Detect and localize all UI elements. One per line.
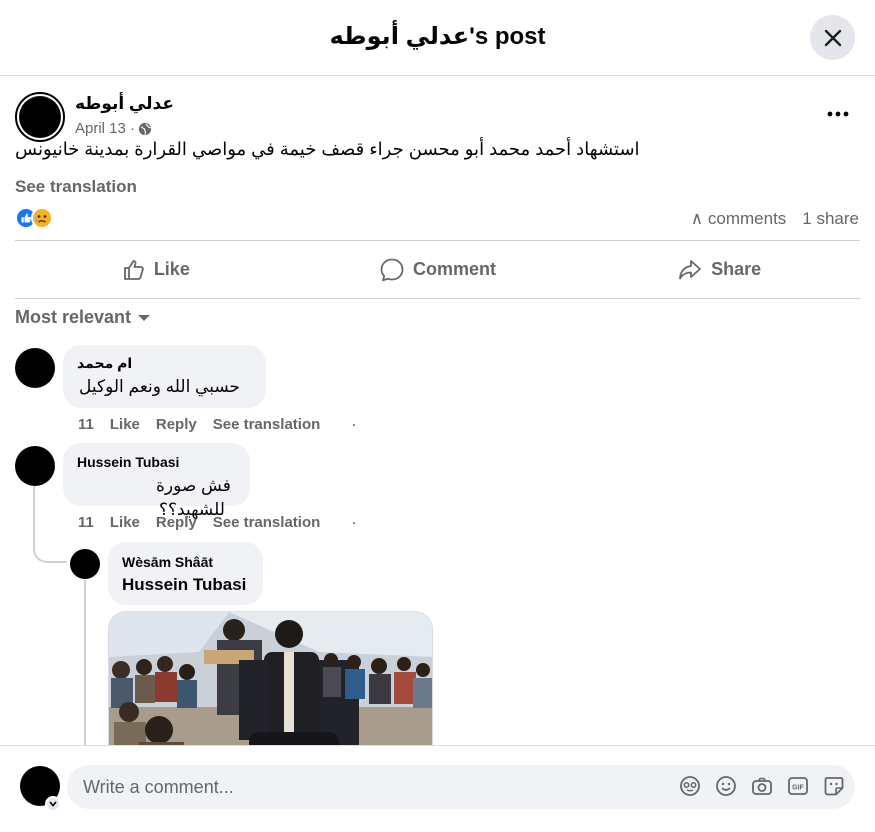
post-options-button[interactable]	[820, 102, 856, 126]
caret-down-icon	[138, 314, 151, 321]
comment-like-button[interactable]: Like	[110, 416, 140, 433]
reply-mention[interactable]: Hussein Tubasi	[122, 575, 246, 595]
shares-count[interactable]: 1 share	[802, 209, 859, 229]
separator-dot: ·	[352, 516, 357, 530]
commenter-avatar[interactable]	[15, 348, 55, 388]
comment-bubble: ام محمد حسبي الله ونعم الوكيل	[63, 345, 266, 408]
post-action-bar: Like Comment Share	[15, 240, 860, 299]
comment-reply-button[interactable]: Reply	[156, 416, 197, 433]
comment-time[interactable]: 11	[78, 514, 94, 531]
see-translation-link[interactable]: See translation	[15, 177, 137, 197]
comment-see-translation[interactable]: See translation	[213, 416, 321, 433]
post-scroll-area[interactable]: عدلي أبوطه April 13 · استشهاد أحمد محمد …	[0, 77, 875, 745]
comment-see-translation[interactable]: See translation	[213, 514, 321, 531]
close-icon	[824, 29, 841, 46]
emoji-icon[interactable]	[715, 775, 737, 797]
comment-button[interactable]: Comment	[297, 241, 579, 298]
post-meta: April 13 ·	[75, 120, 152, 137]
like-icon	[123, 259, 144, 280]
post-date[interactable]: April 13 ·	[75, 120, 135, 137]
avatar-sticker-icon[interactable]	[679, 775, 701, 797]
reply-bubble: Wèsām Shâāt Hussein Tubasi	[108, 542, 263, 605]
comment-text: حسبي الله ونعم الوكيل	[79, 377, 241, 396]
comment-icon	[380, 258, 404, 281]
reply-avatar[interactable]	[70, 549, 100, 579]
share-button[interactable]: Share	[578, 241, 860, 298]
sad-reaction-icon	[31, 207, 53, 229]
separator-dot: ·	[352, 418, 357, 432]
comment-sort-dropdown[interactable]: Most relevant	[15, 307, 151, 328]
comment-like-button[interactable]: Like	[110, 514, 140, 531]
commenter-avatar[interactable]	[15, 446, 55, 486]
reaction-summary[interactable]	[15, 207, 53, 229]
chevron-down-icon[interactable]	[45, 796, 61, 812]
more-options-icon	[827, 111, 849, 117]
photo-image	[109, 612, 432, 745]
svg-text:GIF: GIF	[792, 785, 804, 792]
like-label: Like	[153, 259, 190, 279]
comment-time[interactable]: 11	[78, 416, 94, 433]
comment-actions: 11 Like Reply See translation ·	[78, 514, 372, 531]
dialog-header: عدلي أبوطه's post	[0, 0, 875, 76]
share-icon	[679, 259, 702, 279]
author-name[interactable]: عدلي أبوطه	[75, 94, 174, 114]
like-button[interactable]: Like	[15, 241, 297, 298]
sticker-icon[interactable]	[823, 775, 845, 797]
comments-count[interactable]: ∧ comments	[691, 209, 787, 229]
globe-icon	[138, 122, 152, 135]
composer-icons: GIF	[679, 775, 845, 797]
close-button[interactable]	[810, 15, 855, 60]
comment-text-line-1: فش صورة	[156, 476, 231, 495]
author-avatar[interactable]	[15, 92, 65, 142]
commenter-name[interactable]: Hussein Tubasi	[77, 454, 179, 470]
comment-actions: 11 Like Reply See translation ·	[78, 416, 372, 433]
comment-reply-button[interactable]: Reply	[156, 514, 197, 531]
sort-label: Most relevant	[15, 307, 132, 327]
gif-icon[interactable]: GIF	[787, 775, 809, 797]
post-text: استشهاد أحمد محمد أبو محسن جراء قصف خيمة…	[15, 139, 640, 159]
dialog-title: عدلي أبوطه's post	[329, 23, 546, 50]
camera-icon[interactable]	[751, 775, 773, 797]
share-label: Share	[711, 259, 762, 279]
reply-photo[interactable]	[108, 611, 433, 745]
reply-thread-line	[84, 580, 86, 745]
reply-author-name[interactable]: Wèsām Shâāt	[122, 554, 213, 570]
engagement-counts: ∧ comments 1 share	[691, 209, 859, 229]
thread-connector	[33, 517, 67, 563]
comment-bubble: Hussein Tubasi فش صورة للشهيد؟؟	[63, 443, 250, 519]
commenter-name[interactable]: ام محمد	[77, 355, 132, 372]
comment-composer: GIF	[0, 745, 875, 832]
comment-label: Comment	[413, 259, 497, 279]
